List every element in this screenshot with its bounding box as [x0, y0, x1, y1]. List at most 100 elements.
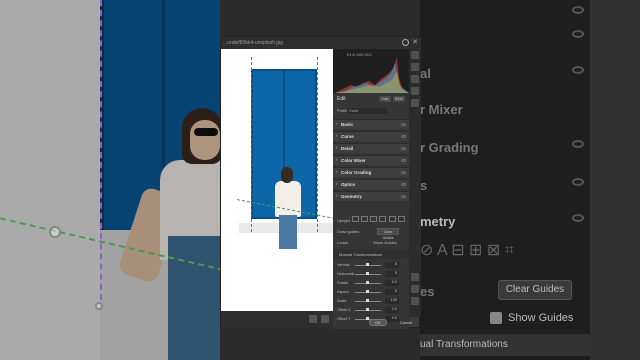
panel-row: r Mixer — [420, 102, 463, 117]
upright-vertical-icon[interactable] — [379, 216, 387, 222]
zoomed-photo-background — [0, 0, 220, 360]
slider-horizontal[interactable]: Horizontal 0 — [333, 270, 409, 279]
clear-guides-button-zoomed[interactable]: Clear Guides — [498, 280, 572, 300]
close-icon[interactable]: ✕ — [412, 37, 418, 49]
eye-icon[interactable] — [401, 171, 406, 174]
eye-icon — [572, 178, 584, 186]
edit-panel: f/1.8 1/60 ISO Edit Auto B&W Profile Col… — [333, 49, 409, 329]
section-geometry[interactable]: Geometry — [333, 191, 409, 201]
clear-guides-button[interactable]: Clear Guides — [377, 228, 399, 240]
histogram: f/1.8 1/60 ISO — [333, 49, 409, 93]
image-canvas[interactable] — [221, 49, 333, 311]
profile-select[interactable]: Color — [347, 108, 387, 114]
vertical-guide[interactable] — [100, 0, 102, 310]
dialog-title: ...undef80bk4-unsplash.jpg — [223, 40, 284, 46]
slider-knob[interactable] — [366, 263, 369, 266]
slider-knob[interactable] — [366, 281, 369, 284]
show-guides-label-zoomed: Show Guides — [508, 312, 574, 324]
section-optics[interactable]: Optics — [333, 179, 409, 189]
side-strip — [590, 0, 640, 360]
cancel-button[interactable]: Cancel — [397, 319, 415, 326]
loupe-row: Loupe Show Guides — [333, 238, 409, 248]
panel-row: s — [420, 174, 590, 200]
eye-icon[interactable] — [401, 195, 406, 198]
sampler-icon[interactable] — [411, 297, 419, 305]
compare-icon[interactable] — [309, 315, 317, 323]
zoomed-panel-background: al r Mixer r Grading s metry ⊘ A ⊟ ⊞ ⊠ ⌗… — [420, 0, 640, 360]
settings-icon[interactable] — [321, 315, 329, 323]
slider-knob[interactable] — [366, 308, 369, 311]
dim-overlay — [0, 0, 220, 360]
upright-level-icon[interactable] — [370, 216, 378, 222]
mask-icon[interactable] — [411, 87, 419, 95]
bw-button[interactable]: B&W — [393, 96, 405, 102]
redeye-icon[interactable] — [411, 99, 419, 107]
camera-raw-dialog: ...undef80bk4-unsplash.jpg ✕ f/1.8 1/60 … — [220, 36, 421, 329]
panel-row — [420, 26, 590, 52]
ok-button[interactable]: OK — [369, 319, 387, 326]
panel-row: r Grading — [420, 136, 590, 162]
eye-icon — [572, 66, 584, 74]
upright-label: Upright — [337, 218, 350, 223]
section-detail[interactable]: Detail — [333, 143, 409, 153]
panel-row — [420, 2, 590, 28]
histogram-graph — [335, 57, 409, 93]
guide-handle-icon[interactable] — [49, 226, 61, 238]
vertical-guide[interactable] — [251, 57, 252, 232]
slider-aspect[interactable]: Aspect 0 — [333, 288, 409, 297]
upright-auto-icon[interactable] — [361, 216, 369, 222]
edit-header: Edit Auto B&W — [333, 94, 409, 104]
panel-row: al — [420, 62, 590, 88]
eye-icon — [572, 30, 584, 38]
draw-guides-label: Draw guides — [337, 229, 360, 234]
eye-icon[interactable] — [401, 159, 406, 162]
right-toolbar — [409, 49, 421, 317]
auto-button[interactable]: Auto — [379, 96, 391, 102]
zoom-icon[interactable] — [411, 273, 419, 281]
slider-rotate[interactable]: Rotate 0.0 — [333, 279, 409, 288]
slider-knob[interactable] — [366, 299, 369, 302]
draw-guides-row: Draw guides Clear Guides — [333, 227, 409, 240]
show-guides-checkbox[interactable]: Show Guides — [373, 240, 397, 245]
upright-guided-icon[interactable] — [397, 216, 405, 222]
crop-icon[interactable] — [411, 63, 419, 71]
eye-icon — [572, 214, 584, 222]
section-color-grading[interactable]: Color Grading — [333, 167, 409, 177]
slider-offset-x[interactable]: Offset X 0.0 — [333, 306, 409, 315]
upright-tools: Upright — [333, 213, 409, 225]
manual-transformations-header[interactable]: Manual Transformations — [333, 249, 409, 259]
profile-row: Profile Color — [333, 106, 409, 116]
screen: al r Mixer r Grading s metry ⊘ A ⊟ ⊞ ⊠ ⌗… — [0, 0, 640, 360]
slider-scale[interactable]: Scale 100 — [333, 297, 409, 306]
eye-icon — [572, 6, 584, 14]
panel-row: metry — [420, 210, 590, 236]
eye-icon[interactable] — [401, 147, 406, 150]
eye-icon[interactable] — [401, 135, 406, 138]
manual-transformations-zoomed[interactable]: ual Transformations — [420, 334, 590, 356]
section-basic[interactable]: Basic — [333, 119, 409, 129]
slider-knob[interactable] — [366, 272, 369, 275]
upright-off-icon[interactable] — [352, 216, 360, 222]
dialog-titlebar: ...undef80bk4-unsplash.jpg ✕ — [221, 37, 421, 49]
section-color-mixer[interactable]: Color Mixer — [333, 155, 409, 165]
person-head — [281, 167, 293, 183]
eye-icon[interactable] — [401, 183, 406, 186]
vertical-guide[interactable] — [317, 57, 318, 232]
edit-label: Edit — [337, 96, 346, 102]
edit-icon[interactable] — [411, 51, 419, 59]
loupe-checkbox[interactable]: Loupe — [337, 240, 348, 245]
slider-vertical[interactable]: Vertical 0 — [333, 261, 409, 270]
hand-icon[interactable] — [411, 285, 419, 293]
show-guides-checkbox-zoomed[interactable] — [490, 312, 502, 324]
eye-icon[interactable] — [401, 123, 406, 126]
slider-knob[interactable] — [366, 290, 369, 293]
upright-full-icon[interactable] — [388, 216, 396, 222]
canvas-bottom-bar — [221, 311, 333, 329]
healing-icon[interactable] — [411, 75, 419, 83]
person-jeans — [279, 215, 297, 249]
eye-icon — [572, 140, 584, 148]
guide-handle-icon[interactable] — [95, 302, 103, 310]
gear-icon[interactable] — [402, 39, 409, 46]
section-curve[interactable]: Curve — [333, 131, 409, 141]
geometry-tools-zoomed: ⊘ A ⊟ ⊞ ⊠ ⌗ — [420, 242, 514, 259]
